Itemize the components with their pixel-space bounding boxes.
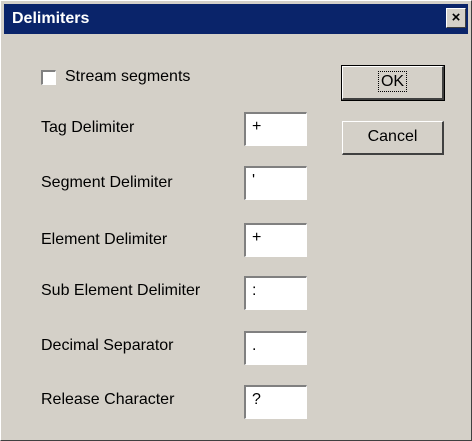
sub-element-delimiter-label: Sub Element Delimiter [41,282,201,299]
ok-button[interactable]: OK [341,65,445,101]
segment-delimiter-input[interactable]: ' [244,166,307,200]
release-character-input[interactable]: ? [244,385,307,419]
cancel-button-label: Cancel [367,128,418,145]
decimal-separator-label: Decimal Separator [41,337,174,354]
tag-delimiter-input[interactable]: + [244,112,307,146]
title-bar: Delimiters × [4,4,468,34]
delimiters-dialog: Delimiters × Stream segments Tag Delimit… [0,0,472,441]
decimal-separator-input[interactable]: . [244,331,307,365]
segment-delimiter-label: Segment Delimiter [41,174,173,191]
release-character-label: Release Character [41,391,175,408]
close-button[interactable]: × [446,8,466,28]
stream-segments-checkbox[interactable] [41,70,56,85]
close-icon: × [451,9,461,26]
window-title: Delimiters [12,10,90,27]
stream-segments-label[interactable]: Stream segments [65,68,190,86]
sub-element-delimiter-input[interactable]: : [244,276,307,310]
element-delimiter-label: Element Delimiter [41,231,168,248]
element-delimiter-input[interactable]: + [244,223,307,257]
ok-button-label: OK [377,71,408,92]
cancel-button[interactable]: Cancel [342,121,444,155]
tag-delimiter-label: Tag Delimiter [41,119,135,136]
